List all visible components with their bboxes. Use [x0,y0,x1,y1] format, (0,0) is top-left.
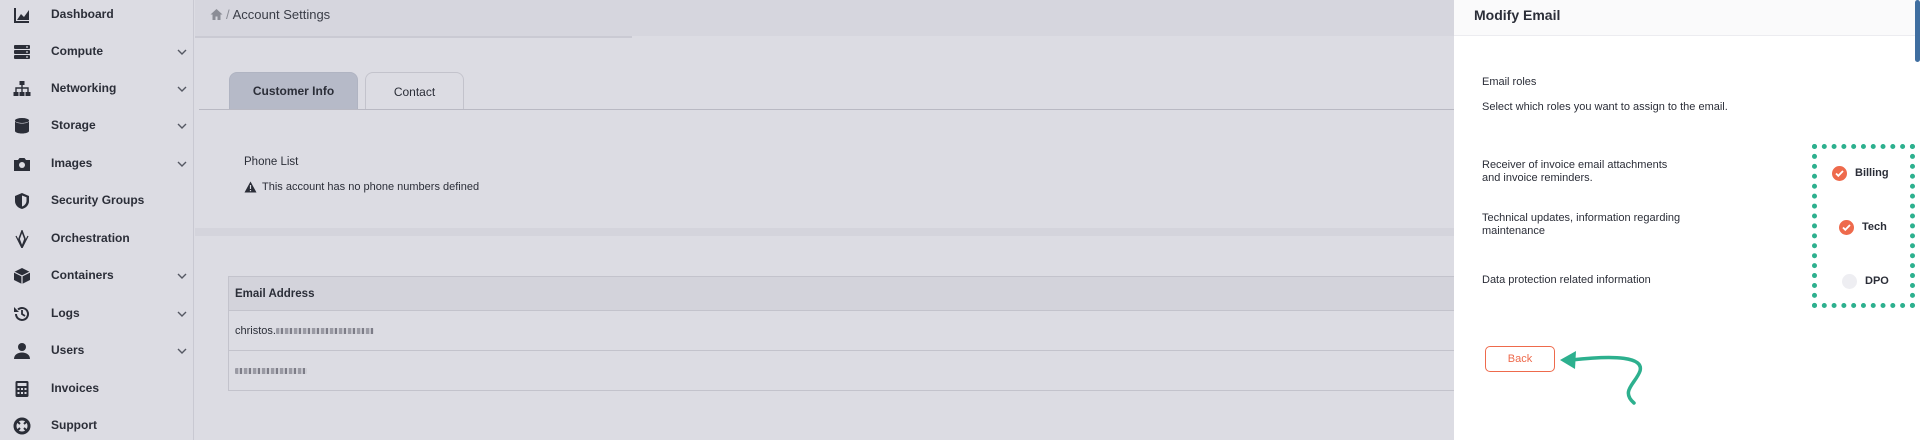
sidebar-item-label: Networking [51,81,117,95]
role-description-line: Receiver of invoice email attachments [1482,159,1668,171]
chevron-down-icon [176,120,188,132]
chevron-down-icon [176,308,188,320]
role-description-line: Data protection related information [1482,274,1651,286]
role-description-line: maintenance [1482,225,1545,237]
panel-header: Modify Email [1454,0,1920,62]
panel-title: Modify Email [1474,7,1561,23]
sidebar-item-label: Containers [51,268,114,282]
role-description-billing: Receiver of invoice email attachments an… [1482,159,1692,185]
sidebar: Dashboard Compute Networking Storage Ima… [0,0,194,440]
camera-icon [13,155,31,173]
sidebar-item-compute[interactable]: Compute [0,34,194,70]
phone-list-title: Phone List [244,156,299,168]
sidebar-item-label: Images [51,156,93,170]
highlight-box [1812,144,1915,308]
tab-customer-info[interactable]: Customer Info [229,72,358,110]
top-bar: / Account Settings [195,0,1455,36]
life-ring-icon [13,417,31,435]
warning-icon [244,181,257,193]
role-description-dpo: Data protection related information [1482,274,1692,287]
topbar-progress-line [195,36,632,38]
redacted-text [235,368,307,374]
sidebar-item-label: Invoices [51,381,100,395]
scrollbar-thumb[interactable] [1915,0,1920,62]
home-icon[interactable] [210,8,223,21]
sidebar-item-label: Support [51,418,97,432]
role-description-tech: Technical updates, information regarding… [1482,212,1692,238]
role-description-line: Technical updates, information regarding [1482,212,1681,224]
calculator-icon [13,380,31,398]
sidebar-item-users[interactable]: Users [0,333,194,369]
sidebar-item-label: Security Groups [51,193,145,207]
database-icon [13,117,31,135]
sidebar-item-label: Dashboard [51,7,114,21]
sidebar-item-logs[interactable]: Logs [0,296,194,332]
server-icon [13,43,31,61]
roles-title: Email roles [1482,76,1537,88]
phone-empty-text: This account has no phone numbers define… [262,181,480,193]
section-divider [195,228,1455,236]
sidebar-item-support[interactable]: Support [0,408,194,440]
phone-empty-message: This account has no phone numbers define… [244,181,479,193]
email-address: christos. [235,324,276,337]
sidebar-item-storage[interactable]: Storage [0,108,194,144]
sidebar-item-dashboard[interactable]: Dashboard [0,0,194,33]
chevron-down-icon [176,270,188,282]
sidebar-item-containers[interactable]: Containers [0,258,194,294]
annotation-arrow-icon [1560,351,1643,405]
sidebar-item-networking[interactable]: Networking [0,71,194,107]
redacted-text [275,327,374,334]
phone-list-section: Phone List This account has no phone num… [195,110,1455,228]
chevron-down-icon [176,345,188,357]
breadcrumb-separator: / [226,7,230,22]
table-row[interactable]: christos. [229,311,1455,351]
tab-contact[interactable]: Contact [365,72,464,110]
back-button[interactable]: Back [1485,346,1555,372]
breadcrumb: / Account Settings [210,7,330,22]
chart-area-icon [13,6,31,24]
table-row[interactable] [229,351,1455,391]
email-table: Email Address christos. [228,276,1455,391]
page-title: Account Settings [232,7,331,22]
user-icon [13,342,31,360]
sidebar-item-label: Orchestration [51,231,130,245]
sitemap-icon [13,80,31,98]
sidebar-item-invoices[interactable]: Invoices [0,371,194,407]
roles-subtitle: Select which roles you want to assign to… [1482,101,1728,113]
chevron-down-icon [176,46,188,58]
main-content: / Account Settings Customer Info Contact… [195,0,1455,440]
sidebar-item-label: Logs [51,306,80,320]
sidebar-item-label: Users [51,343,85,357]
email-column-header: Email Address [229,277,1455,311]
modify-email-panel: Modify Email Email roles Select which ro… [1454,0,1920,440]
sidebar-item-label: Compute [51,44,103,58]
history-icon [13,305,31,323]
role-description-line: and invoice reminders. [1482,172,1593,184]
sidebar-item-orchestration[interactable]: Orchestration [0,221,194,257]
layers-icon [13,230,31,248]
sidebar-item-security-groups[interactable]: Security Groups [0,183,194,219]
tab-bar: Customer Info Contact [229,72,464,110]
chevron-down-icon [176,158,188,170]
box-icon [13,267,31,285]
sidebar-item-label: Storage [51,118,96,132]
chevron-down-icon [176,83,188,95]
sidebar-item-images[interactable]: Images [0,146,194,182]
shield-icon [13,192,31,210]
